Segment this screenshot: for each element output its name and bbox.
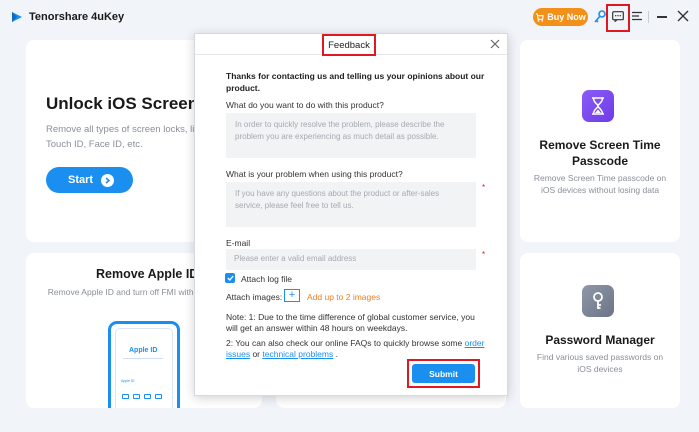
question-1-label: What do you want to do with this product…	[226, 100, 384, 110]
phone-illustration: Apple ID Apple ID	[108, 321, 180, 408]
check-icon	[226, 275, 234, 281]
app-logo-icon	[12, 12, 22, 22]
menu-icon[interactable]	[632, 11, 642, 21]
cart-icon	[536, 12, 544, 22]
buy-now-label: Buy Now	[547, 12, 586, 22]
close-window-icon[interactable]	[677, 10, 689, 22]
phone-small-text: Apple ID	[121, 379, 135, 383]
dialog-header: Feedback	[195, 34, 507, 56]
title-separator	[648, 11, 649, 23]
email-label: E-mail	[226, 238, 251, 248]
title-bar: Tenorshare 4uKey Buy Now	[0, 0, 699, 34]
attach-images-label: Attach images:	[226, 292, 283, 302]
password-manager-description: Find various saved passwords on iOS devi…	[536, 352, 664, 374]
screen-time-description: Remove Screen Time passcode on iOS devic…	[533, 173, 667, 195]
add-images-hint[interactable]: Add up to 2 images	[307, 292, 380, 302]
required-mark-email: *	[482, 250, 486, 259]
add-image-button[interactable]: +	[284, 289, 300, 302]
app-title: Tenorshare 4uKey	[29, 11, 125, 23]
phone-icon-2	[133, 394, 140, 399]
unlock-title: Unlock iOS Screen	[46, 94, 199, 113]
email-field[interactable]: Please enter a valid email address	[226, 249, 476, 270]
question-2-label: What is your problem when using this pro…	[226, 169, 403, 179]
phone-icon-3	[144, 394, 151, 399]
submit-highlight: Submit	[407, 359, 480, 388]
technical-problems-link[interactable]: technical problems	[262, 349, 333, 359]
hourglass-icon	[582, 90, 614, 122]
phone-icon-1	[122, 394, 129, 399]
note-2-middle: or	[250, 349, 263, 359]
key-icon[interactable]	[593, 9, 607, 25]
question-2-textarea[interactable]: If you have any questions about the prod…	[226, 182, 476, 227]
password-manager-card[interactable]: Password Manager Find various saved pass…	[520, 253, 680, 408]
dialog-title: Feedback	[328, 40, 370, 51]
attach-log-label: Attach log file	[241, 274, 293, 284]
start-button[interactable]: Start	[46, 167, 133, 193]
key-lock-icon	[582, 285, 614, 317]
submit-button[interactable]: Submit	[412, 364, 475, 383]
dialog-close-icon[interactable]	[490, 39, 500, 49]
feedback-icon[interactable]	[612, 11, 624, 22]
note-2: 2: You can also check our online FAQs to…	[226, 338, 486, 360]
note-2-suffix: .	[333, 349, 338, 359]
attach-log-checkbox[interactable]	[225, 273, 235, 283]
note-1: Note: 1: Due to the time difference of g…	[226, 312, 475, 333]
dialog-title-highlight: Feedback	[322, 34, 376, 56]
remove-screen-time-card[interactable]: Remove Screen Time Passcode Remove Scree…	[520, 40, 680, 242]
arrow-right-icon	[101, 173, 115, 187]
start-label: Start	[68, 174, 94, 186]
phone-apple-id-text: Apple ID	[129, 347, 158, 354]
phone-icon-4	[155, 394, 162, 399]
required-mark-question-2: *	[482, 183, 486, 192]
password-manager-title: Password Manager	[545, 333, 655, 347]
apple-id-title: Remove Apple ID	[96, 267, 199, 281]
minimize-icon[interactable]	[657, 16, 667, 18]
note-2-prefix: 2: You can also check our online FAQs to…	[226, 338, 465, 348]
feedback-dialog: Feedback Thanks for contacting us and te…	[194, 33, 508, 396]
dialog-intro: Thanks for contacting us and telling us …	[226, 71, 485, 93]
phone-divider	[123, 358, 163, 359]
screen-time-title: Remove Screen Time Passcode	[539, 138, 661, 168]
buy-now-button[interactable]: Buy Now	[533, 8, 588, 26]
question-1-textarea[interactable]: In order to quickly resolve the problem,…	[226, 113, 476, 158]
